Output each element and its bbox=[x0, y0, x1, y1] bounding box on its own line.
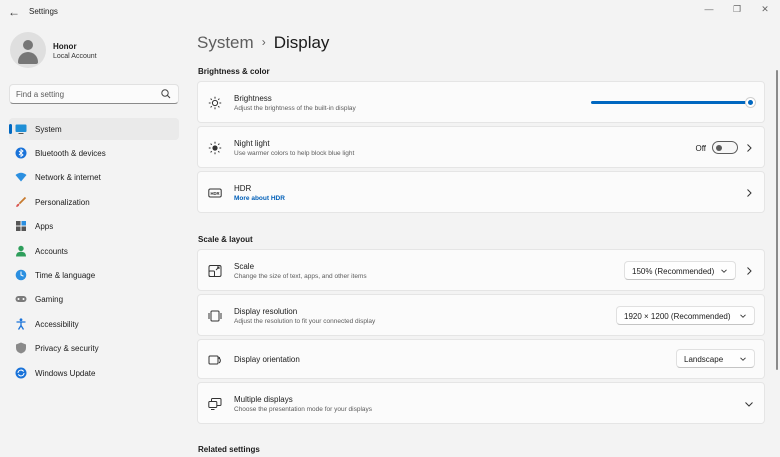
sidebar-item-label: Network & internet bbox=[35, 173, 101, 182]
brightness-card: Brightness Adjust the brightness of the … bbox=[197, 81, 765, 123]
active-indicator bbox=[9, 124, 12, 134]
minimize-button[interactable]: — bbox=[699, 2, 719, 16]
resolution-dropdown[interactable]: 1920 × 1200 (Recommended) bbox=[616, 306, 755, 325]
brightness-subtitle: Adjust the brightness of the built-in di… bbox=[234, 105, 356, 112]
scale-card[interactable]: Scale Change the size of text, apps, and… bbox=[197, 249, 765, 291]
scale-subtitle: Change the size of text, apps, and other… bbox=[234, 273, 367, 280]
night-light-toggle[interactable] bbox=[712, 141, 738, 154]
hdr-icon: HDR bbox=[208, 188, 222, 198]
close-button[interactable]: ✕ bbox=[755, 2, 775, 16]
sidebar-item-personalization[interactable]: Personalization bbox=[9, 191, 179, 213]
scrollbar[interactable] bbox=[776, 70, 778, 370]
sidebar-item-label: System bbox=[35, 125, 62, 134]
avatar[interactable] bbox=[10, 32, 46, 68]
multiple-displays-card[interactable]: Multiple displays Choose the presentatio… bbox=[197, 382, 765, 424]
sidebar-item-label: Gaming bbox=[35, 295, 64, 304]
orientation-dropdown[interactable]: Landscape bbox=[676, 349, 755, 368]
sidebar-item-apps[interactable]: Apps bbox=[9, 215, 179, 237]
sidebar-item-accounts[interactable]: Accounts bbox=[9, 240, 179, 262]
breadcrumb-separator: › bbox=[261, 35, 266, 49]
apps-grid-icon bbox=[16, 221, 26, 231]
night-light-icon bbox=[208, 141, 222, 155]
hdr-card[interactable]: HDR HDR More about HDR bbox=[197, 171, 765, 213]
orientation-icon bbox=[208, 355, 221, 365]
sidebar-item-system[interactable]: System bbox=[9, 118, 179, 140]
chevron-right-icon[interactable] bbox=[744, 266, 754, 276]
orientation-dropdown-value: Landscape bbox=[684, 355, 724, 364]
chevron-down-icon[interactable] bbox=[744, 399, 754, 409]
resolution-subtitle: Adjust the resolution to fit your connec… bbox=[234, 318, 376, 325]
sidebar-item-label: Accounts bbox=[35, 247, 68, 256]
user-name: Honor bbox=[53, 42, 77, 51]
multiple-displays-title: Multiple displays bbox=[234, 395, 293, 404]
sidebar-item-label: Accessibility bbox=[35, 320, 79, 329]
scale-dropdown-value: 150% (Recommended) bbox=[632, 267, 715, 276]
display-resolution-card: Display resolution Adjust the resolution… bbox=[197, 294, 765, 336]
sidebar-item-label: Personalization bbox=[35, 198, 90, 207]
sidebar-item-windows-update[interactable]: Windows Update bbox=[9, 362, 179, 384]
shield-icon bbox=[16, 342, 26, 354]
multiple-displays-icon bbox=[208, 398, 222, 410]
breadcrumb-parent[interactable]: System bbox=[197, 33, 254, 52]
person-icon bbox=[16, 245, 26, 257]
wifi-icon bbox=[15, 172, 27, 182]
account-type: Local Account bbox=[53, 53, 97, 60]
sidebar-item-bluetooth[interactable]: Bluetooth & devices bbox=[9, 142, 179, 164]
bluetooth-icon bbox=[15, 147, 27, 159]
brightness-slider-thumb[interactable] bbox=[746, 98, 755, 107]
night-light-card[interactable]: Night light Use warmer colors to help bl… bbox=[197, 126, 765, 168]
multiple-displays-subtitle: Choose the presentation mode for your di… bbox=[234, 406, 373, 413]
chevron-right-icon[interactable] bbox=[744, 143, 754, 153]
accessibility-icon bbox=[16, 318, 26, 330]
section-title-scale-layout: Scale & layout bbox=[198, 235, 253, 244]
hdr-title: HDR bbox=[234, 184, 252, 193]
gamepad-icon bbox=[15, 296, 27, 302]
title-bar: ← Settings — ❐ ✕ bbox=[0, 0, 780, 24]
resolution-dropdown-value: 1920 × 1200 (Recommended) bbox=[624, 312, 731, 321]
back-arrow-icon[interactable]: ← bbox=[6, 4, 22, 20]
search-icon bbox=[161, 89, 171, 99]
resolution-icon bbox=[208, 310, 222, 322]
sidebar-item-label: Bluetooth & devices bbox=[35, 149, 106, 158]
sidebar-item-accessibility[interactable]: Accessibility bbox=[9, 313, 179, 335]
maximize-button[interactable]: ❐ bbox=[727, 2, 747, 16]
scale-title: Scale bbox=[234, 262, 255, 271]
search-box[interactable] bbox=[9, 84, 179, 104]
brightness-title: Brightness bbox=[234, 94, 272, 103]
scale-dropdown[interactable]: 150% (Recommended) bbox=[624, 261, 736, 280]
chevron-down-icon bbox=[740, 314, 746, 318]
sidebar-item-gaming[interactable]: Gaming bbox=[9, 288, 179, 310]
sidebar-item-label: Apps bbox=[35, 222, 54, 231]
orientation-title: Display orientation bbox=[234, 355, 300, 364]
system-monitor-icon bbox=[15, 124, 27, 134]
section-title-brightness-color: Brightness & color bbox=[198, 67, 270, 76]
night-light-subtitle: Use warmer colors to help block blue lig… bbox=[234, 150, 355, 157]
app-title: Settings bbox=[29, 7, 58, 16]
paintbrush-icon bbox=[16, 196, 27, 207]
breadcrumb: System › Display bbox=[197, 33, 329, 55]
scale-icon bbox=[208, 265, 222, 277]
resolution-title: Display resolution bbox=[234, 307, 298, 316]
sidebar-item-privacy[interactable]: Privacy & security bbox=[9, 337, 179, 359]
update-icon bbox=[15, 367, 27, 379]
chevron-right-icon[interactable] bbox=[744, 188, 754, 198]
page-title: Display bbox=[273, 33, 330, 52]
svg-text:HDR: HDR bbox=[210, 191, 219, 196]
globe-clock-icon bbox=[15, 269, 27, 281]
sidebar-item-network[interactable]: Network & internet bbox=[9, 166, 179, 188]
chevron-down-icon bbox=[740, 357, 746, 361]
sidebar-item-time-language[interactable]: Time & language bbox=[9, 264, 179, 286]
brightness-icon bbox=[208, 96, 222, 110]
search-input[interactable] bbox=[16, 88, 156, 100]
night-light-title: Night light bbox=[234, 139, 270, 148]
display-orientation-card: Display orientation Landscape bbox=[197, 339, 765, 379]
brightness-slider-track[interactable] bbox=[591, 101, 751, 104]
section-title-related-settings: Related settings bbox=[198, 445, 260, 454]
chevron-down-icon bbox=[721, 269, 727, 273]
sidebar-item-label: Time & language bbox=[35, 271, 96, 280]
more-about-hdr-link[interactable]: More about HDR bbox=[234, 195, 285, 202]
sidebar-item-label: Privacy & security bbox=[35, 344, 99, 353]
sidebar-item-label: Windows Update bbox=[35, 369, 96, 378]
night-light-state: Off bbox=[695, 144, 706, 153]
